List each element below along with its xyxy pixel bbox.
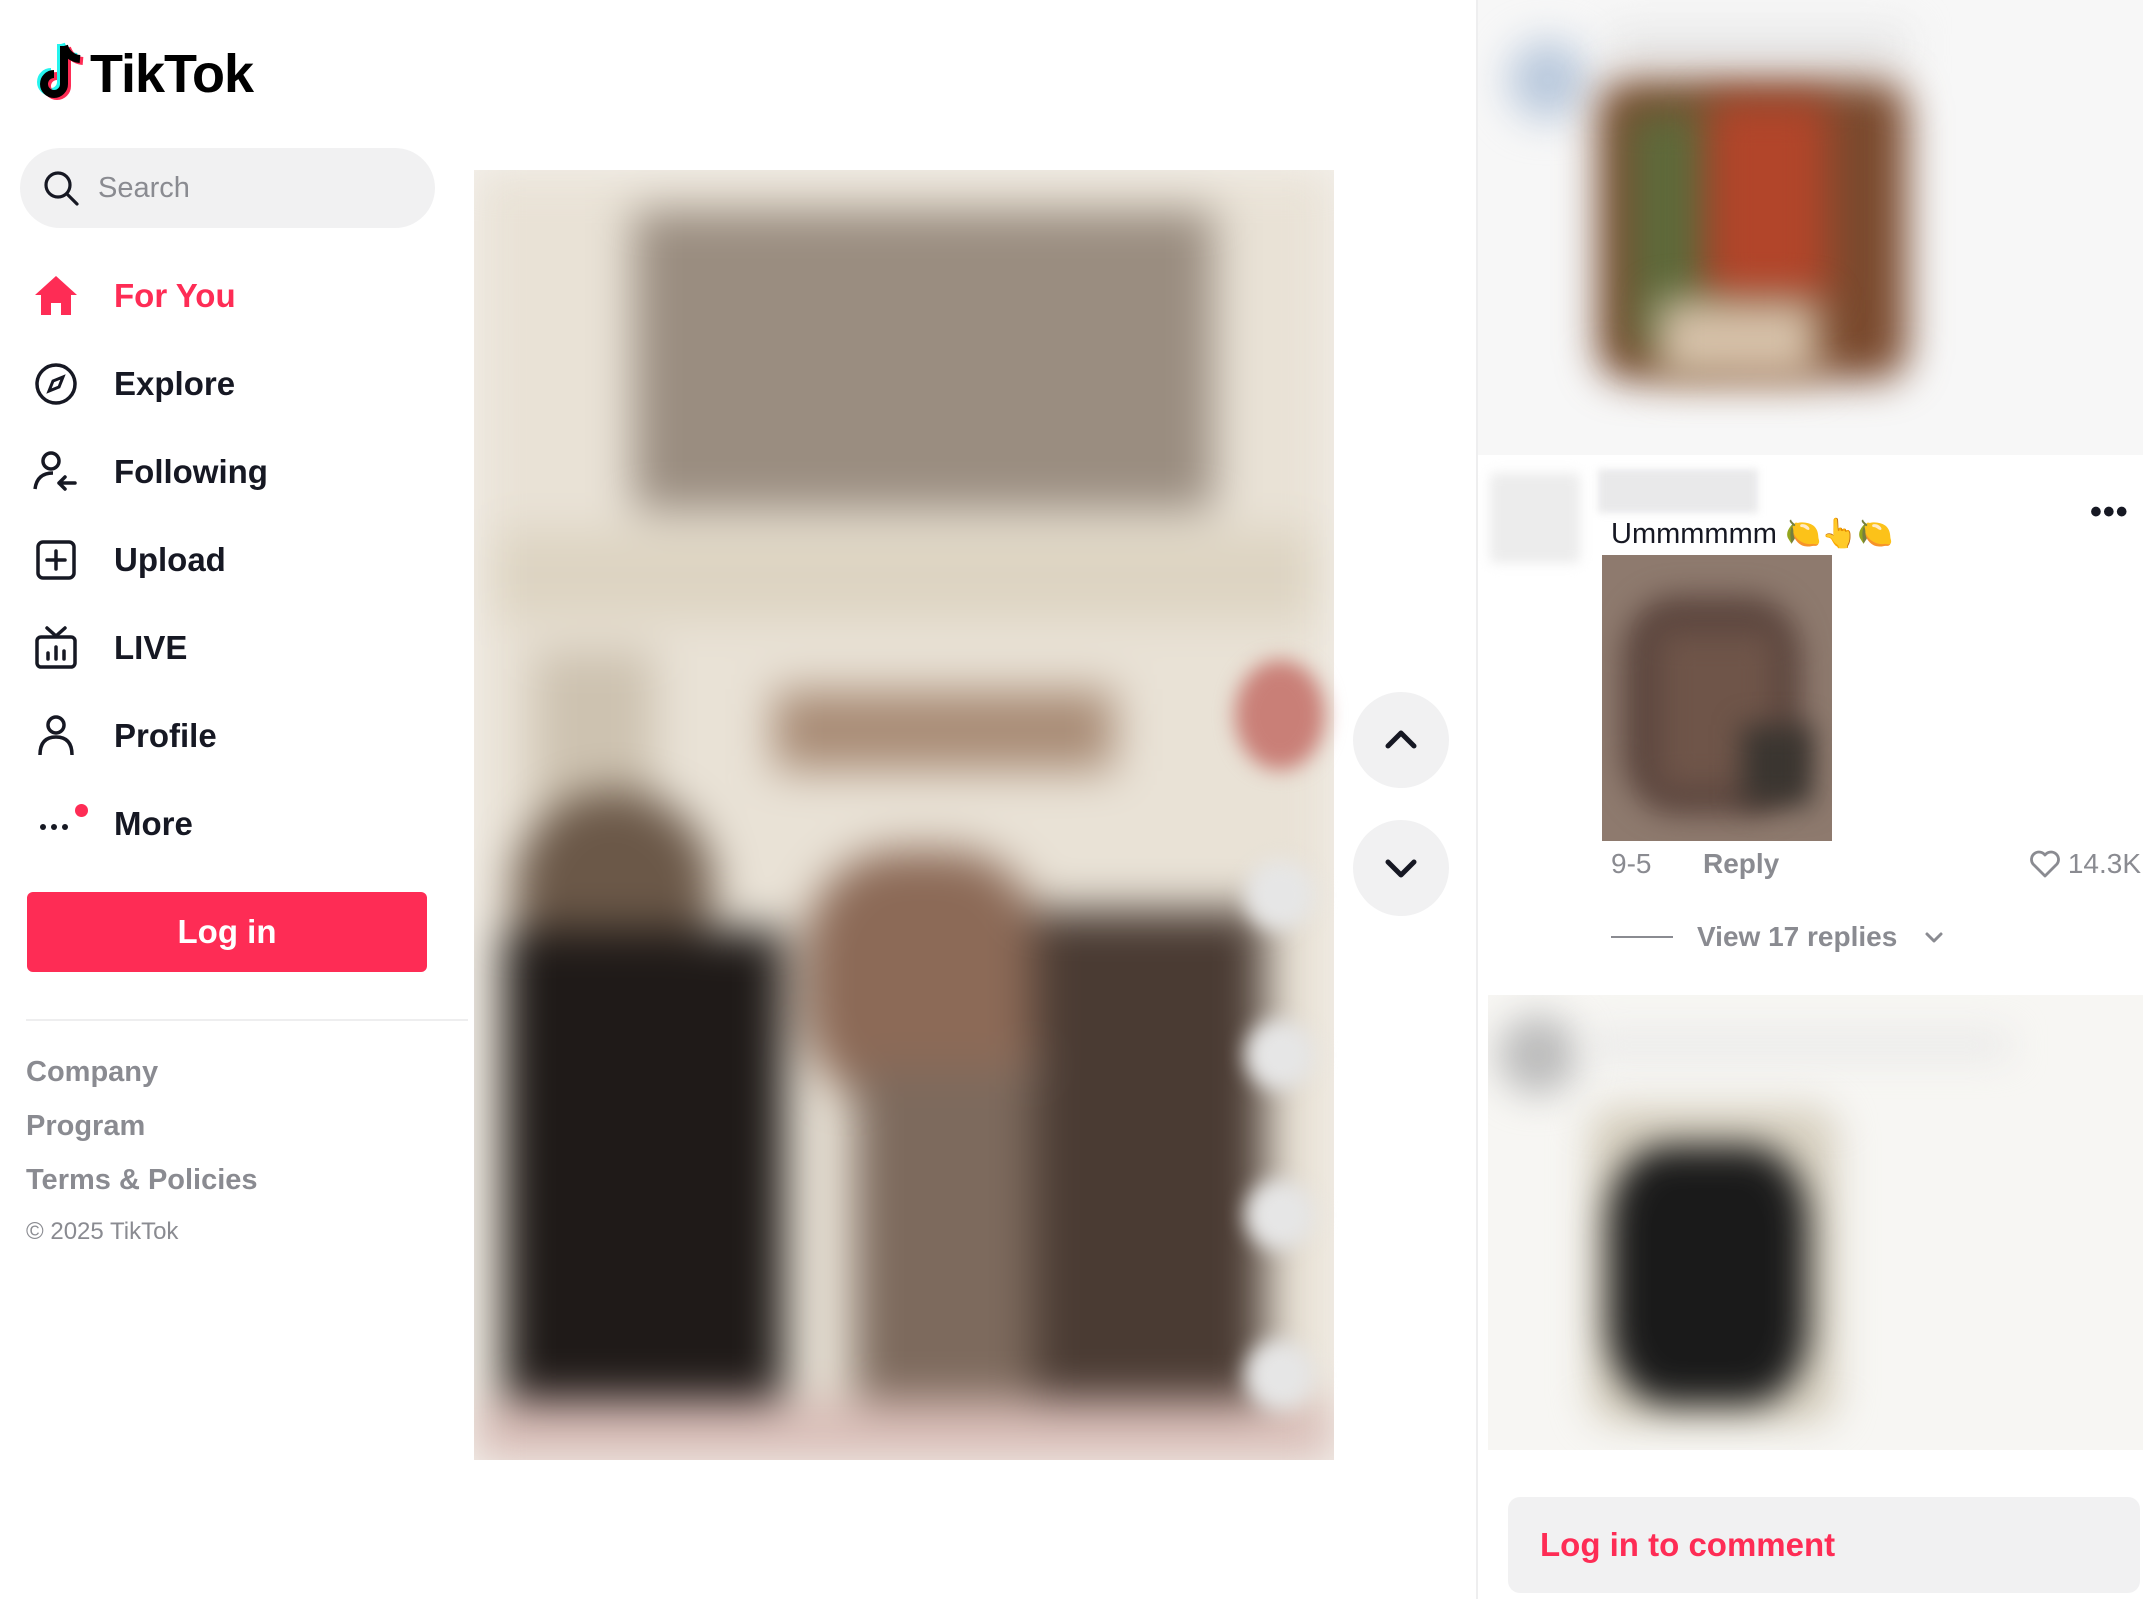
compass-icon <box>28 356 84 412</box>
video-player[interactable] <box>474 170 1334 1460</box>
search-icon <box>44 171 79 206</box>
nav-label: Profile <box>114 717 217 754</box>
view-replies-label: View 17 replies <box>1697 921 1898 952</box>
main-nav: For You Explore Following Upload LIVE Pr… <box>28 252 448 868</box>
notification-dot <box>75 804 88 817</box>
footer-link-program[interactable]: Program <box>26 1106 258 1160</box>
next-video-button[interactable] <box>1353 820 1449 916</box>
copyright: © 2025 TikTok <box>26 1218 179 1245</box>
footer-link-company[interactable]: Company <box>26 1052 258 1106</box>
comment-meta: 9-5 Reply 14.3K <box>1611 847 2141 881</box>
person-icon <box>28 708 84 764</box>
commenter-avatar[interactable] <box>1490 473 1580 563</box>
nav-label: LIVE <box>114 629 188 666</box>
comment-like[interactable]: 14.3K <box>2028 847 2141 881</box>
login-to-comment-button[interactable]: Log in to comment <box>1508 1497 2140 1593</box>
creator-avatar[interactable] <box>1235 660 1325 770</box>
nav-item-explore[interactable]: Explore <box>28 340 448 428</box>
more-options-icon[interactable]: ••• <box>2090 493 2129 532</box>
search-bar[interactable] <box>20 148 435 228</box>
tiktok-logo-icon <box>37 42 84 100</box>
following-icon <box>28 444 84 500</box>
comment-date: 9-5 <box>1611 848 1652 879</box>
search-input[interactable] <box>98 171 398 205</box>
chevron-up-icon <box>1385 730 1417 749</box>
comments-panel: Ummmmmm 🍋👆🍋 ••• 9-5 Reply 14.3K View 17 … <box>1476 0 2143 1599</box>
login-button[interactable]: Log in <box>27 892 427 972</box>
nav-item-following[interactable]: Following <box>28 428 448 516</box>
logo-wordmark: TikTok <box>90 44 254 104</box>
live-tv-icon <box>28 620 84 676</box>
reply-button[interactable]: Reply <box>1703 848 1779 880</box>
sidebar: TikTok For You Explore <box>0 0 470 1599</box>
nav-label: More <box>114 805 193 842</box>
footer-links: Company Program Terms & Policies © 2025 … <box>26 1052 258 1246</box>
save-action[interactable] <box>1245 1180 1315 1250</box>
video-side-actions <box>1230 660 1330 1500</box>
previous-video-button[interactable] <box>1353 692 1449 788</box>
nav-item-profile[interactable]: Profile <box>28 692 448 780</box>
nav-label: Explore <box>114 365 236 402</box>
comment-text: Ummmmmm 🍋👆🍋 <box>1611 518 1894 550</box>
tiktok-logo[interactable]: TikTok <box>34 42 254 106</box>
nav-item-more[interactable]: More <box>28 780 448 868</box>
more-dots-icon <box>28 796 88 852</box>
commenter-name[interactable] <box>1598 469 1758 513</box>
previous-comment-blurred <box>1478 0 2143 455</box>
heart-icon <box>2029 850 2060 878</box>
home-icon <box>28 268 84 324</box>
like-action[interactable] <box>1245 860 1315 930</box>
comment-action[interactable] <box>1245 1020 1315 1090</box>
footer-link-terms[interactable]: Terms & Policies <box>26 1160 258 1214</box>
next-comment-blurred <box>1488 995 2143 1450</box>
chevron-down-icon <box>1925 932 1943 943</box>
comment-image[interactable] <box>1602 555 1832 841</box>
nav-label: Following <box>114 453 268 490</box>
replies-line <box>1611 936 1673 938</box>
share-action[interactable] <box>1245 1340 1315 1410</box>
like-count: 14.3K <box>2067 848 2141 879</box>
nav-label: Upload <box>114 541 226 578</box>
nav-label: For You <box>114 277 236 314</box>
nav-item-for-you[interactable]: For You <box>28 252 448 340</box>
sidebar-divider <box>26 1019 468 1021</box>
plus-square-icon <box>28 532 84 588</box>
nav-item-upload[interactable]: Upload <box>28 516 448 604</box>
chevron-down-icon <box>1385 859 1417 878</box>
login-to-comment-label: Log in to comment <box>1540 1526 1836 1563</box>
nav-item-live[interactable]: LIVE <box>28 604 448 692</box>
video-frame <box>474 170 1334 1460</box>
view-replies-button[interactable]: View 17 replies <box>1611 921 1947 953</box>
